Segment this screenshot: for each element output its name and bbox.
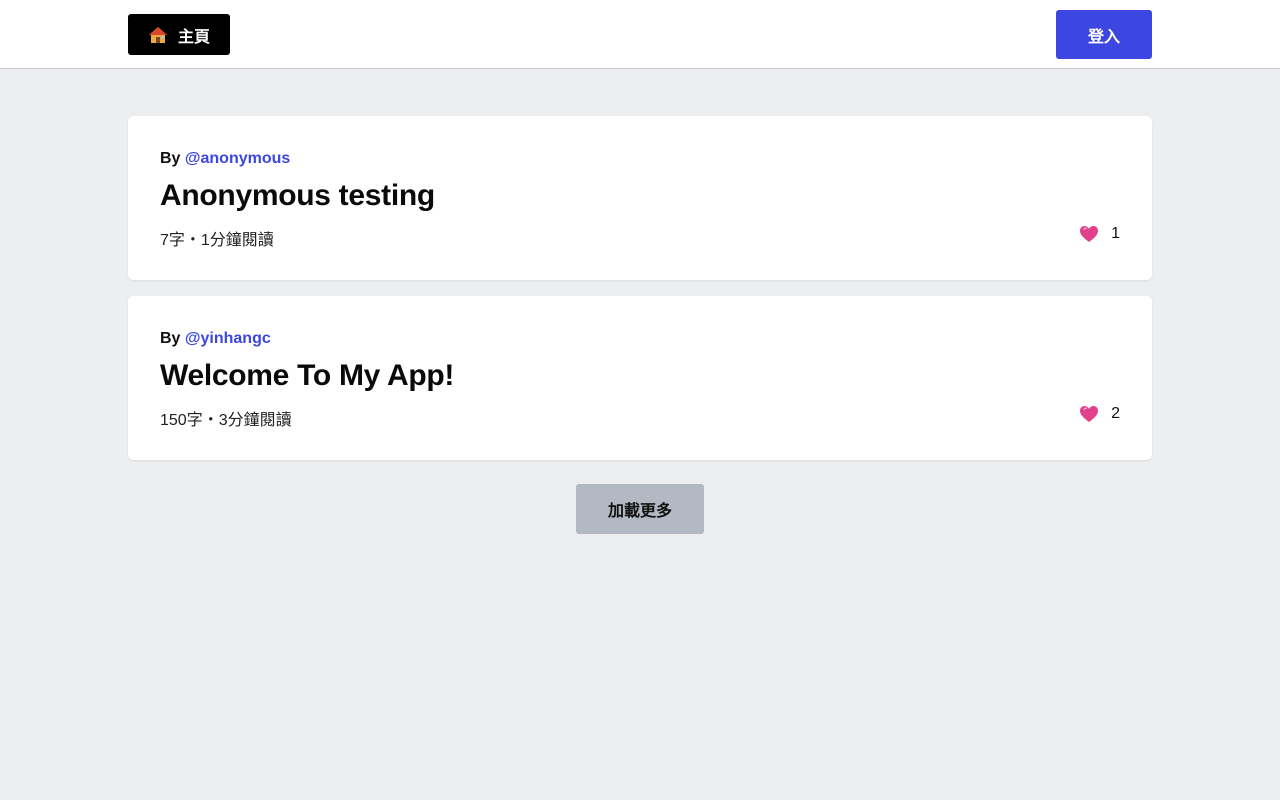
top-navbar: 主頁 登入: [0, 0, 1280, 69]
post-card[interactable]: By @anonymous Anonymous testing 7字・1分鐘閱讀…: [128, 116, 1152, 280]
post-title[interactable]: Welcome To My App!: [160, 359, 454, 393]
post-byline: By @yinhangc: [160, 330, 271, 348]
by-label: By: [160, 150, 181, 167]
like-button[interactable]: 1: [1079, 225, 1120, 243]
house-icon: [148, 25, 168, 45]
author-link[interactable]: @anonymous: [185, 150, 290, 167]
post-card[interactable]: By @yinhangc Welcome To My App! 150字・3分鐘…: [128, 296, 1152, 460]
post-meta: 150字・3分鐘閱讀: [160, 412, 292, 429]
login-button[interactable]: 登入: [1056, 10, 1152, 59]
heart-icon: [1079, 405, 1099, 423]
like-count: 1: [1111, 225, 1120, 242]
post-meta: 7字・1分鐘閱讀: [160, 232, 274, 249]
home-button-label: 主頁: [177, 28, 210, 46]
home-button[interactable]: 主頁: [128, 14, 230, 55]
post-title[interactable]: Anonymous testing: [160, 179, 435, 213]
like-count: 2: [1111, 405, 1120, 422]
by-label: By: [160, 330, 181, 347]
like-button[interactable]: 2: [1079, 405, 1120, 423]
post-byline: By @anonymous: [160, 150, 290, 168]
author-link[interactable]: @yinhangc: [185, 330, 271, 347]
heart-icon: [1079, 225, 1099, 243]
load-more-button[interactable]: 加載更多: [576, 484, 704, 534]
